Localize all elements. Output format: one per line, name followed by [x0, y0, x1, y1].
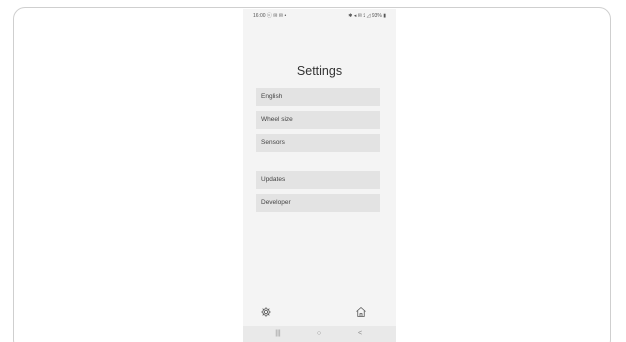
status-time-and-notifications: 16:00 ⓒ ✉ ✉ •: [253, 13, 287, 19]
recents-button[interactable]: |||: [268, 326, 288, 342]
page-title: Settings: [296, 64, 343, 78]
home-icon[interactable]: [355, 305, 367, 317]
screenshot-stage: 16:00 ⓒ ✉ ✉ • ✱ ◂ ✉ ⟟ ◿ 93% ▮ Settings E…: [0, 0, 626, 342]
back-button[interactable]: <: [350, 326, 370, 342]
menu-item-sensors[interactable]: Sensors: [256, 134, 380, 152]
system-navigation-bar: ||| ○ <: [243, 326, 396, 342]
menu-item-english[interactable]: English: [256, 88, 380, 106]
menu-item-updates[interactable]: Updates: [256, 171, 380, 189]
gear-icon[interactable]: [260, 305, 272, 317]
phone-screen: 16:00 ⓒ ✉ ✉ • ✱ ◂ ✉ ⟟ ◿ 93% ▮ Settings E…: [243, 9, 396, 342]
menu-item-developer[interactable]: Developer: [256, 194, 380, 212]
status-system-indicators: ✱ ◂ ✉ ⟟ ◿ 93% ▮: [348, 13, 386, 19]
status-bar: 16:00 ⓒ ✉ ✉ • ✱ ◂ ✉ ⟟ ◿ 93% ▮: [243, 9, 396, 23]
system-home-button[interactable]: ○: [309, 326, 329, 342]
menu-item-wheel-size[interactable]: Wheel size: [256, 111, 380, 129]
